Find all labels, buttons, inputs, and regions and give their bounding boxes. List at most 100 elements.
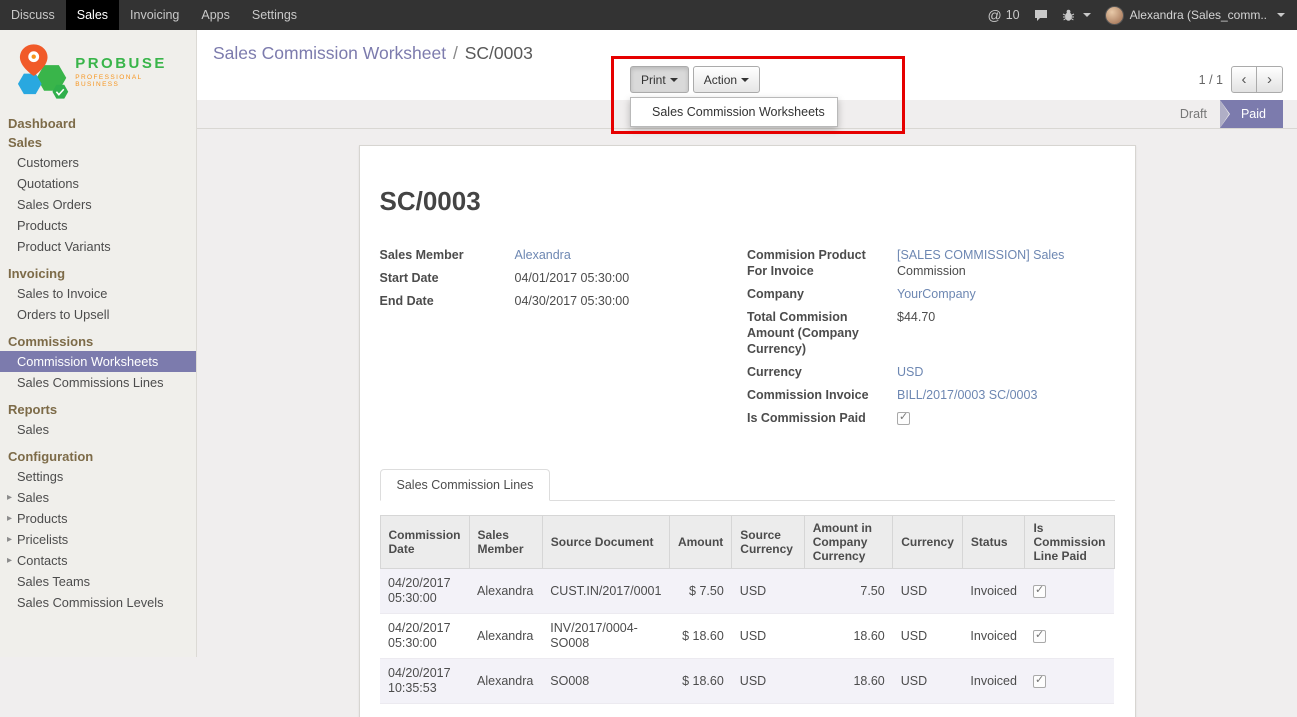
column-header[interactable]: Commission Date xyxy=(380,516,469,569)
line-paid-checkbox[interactable]: ✓ xyxy=(1033,675,1046,688)
cell-sales-member: Alexandra xyxy=(469,659,542,704)
breadcrumb-parent-link[interactable]: Sales Commission Worksheet xyxy=(213,43,446,63)
sidebar-item-sales-commission-levels[interactable]: Sales Commission Levels xyxy=(0,592,196,613)
nav-sales[interactable]: Sales xyxy=(66,0,119,30)
action-button[interactable]: Action xyxy=(693,66,760,93)
company-link[interactable]: YourCompany xyxy=(897,287,976,301)
sidebar-section-configuration[interactable]: Configuration xyxy=(0,447,196,466)
column-header[interactable]: Is Commission Line Paid xyxy=(1025,516,1114,569)
field-end-date: End Date 04/30/2017 05:30:00 xyxy=(380,293,748,309)
cell-commission-date: 04/20/2017 05:30:00 xyxy=(380,614,469,659)
cell-amount-company: 18.60 xyxy=(804,659,893,704)
sidebar-item-commission-worksheets[interactable]: Commission Worksheets xyxy=(0,351,196,372)
at-icon: @ xyxy=(987,7,1001,23)
sidebar-item-sales-orders[interactable]: Sales Orders xyxy=(0,194,196,215)
sidebar-item-config-pricelists[interactable]: ▸ Pricelists xyxy=(0,529,196,550)
field-label: Start Date xyxy=(380,270,515,286)
pager-next-button[interactable]: › xyxy=(1257,66,1283,93)
column-header[interactable]: Source Currency xyxy=(732,516,804,569)
sidebar-section-reports[interactable]: Reports xyxy=(0,400,196,419)
cell-amount: $ 18.60 xyxy=(669,614,731,659)
status-step-paid[interactable]: Paid xyxy=(1220,100,1283,128)
sidebar-item-settings[interactable]: Settings xyxy=(0,466,196,487)
nav-settings[interactable]: Settings xyxy=(241,0,308,30)
field-label: Commission Invoice xyxy=(747,387,897,403)
cell-amount-company: 7.50 xyxy=(804,569,893,614)
commission-invoice-link[interactable]: BILL/2017/0003 SC/0003 xyxy=(897,388,1037,402)
debug-menu-button[interactable] xyxy=(1062,9,1091,22)
sidebar-item-orders-to-upsell[interactable]: Orders to Upsell xyxy=(0,304,196,325)
sidebar-item-product-variants[interactable]: Product Variants xyxy=(0,236,196,257)
check-icon: ✓ xyxy=(899,411,908,424)
sidebar-item-label: Contacts xyxy=(17,553,68,568)
pager-previous-button[interactable]: ‹ xyxy=(1231,66,1257,93)
cell-amount-company: 18.60 xyxy=(804,614,893,659)
nav-discuss[interactable]: Discuss xyxy=(0,0,66,30)
sidebar-item-sales-commissions-lines[interactable]: Sales Commissions Lines xyxy=(0,372,196,393)
print-button[interactable]: Print xyxy=(630,66,689,93)
menu-item-sales-commission-worksheets[interactable]: Sales Commission Worksheets xyxy=(631,98,837,126)
tab-sales-commission-lines[interactable]: Sales Commission Lines xyxy=(380,469,551,501)
chevron-right-icon: › xyxy=(1267,71,1272,88)
cell-source-document: CUST.IN/2017/0001 xyxy=(542,569,669,614)
table-row[interactable]: 04/20/2017 05:30:00 Alexandra CUST.IN/20… xyxy=(380,569,1114,614)
check-icon: ✓ xyxy=(1035,584,1044,597)
field-label: Company xyxy=(747,286,897,302)
cell-source-currency: USD xyxy=(732,659,804,704)
status-step-draft[interactable]: Draft xyxy=(1167,100,1220,128)
table-row[interactable]: 04/20/2017 05:30:00 Alexandra INV/2017/0… xyxy=(380,614,1114,659)
nav-apps[interactable]: Apps xyxy=(190,0,241,30)
cell-currency: USD xyxy=(893,614,963,659)
cell-commission-date: 04/20/2017 10:35:53 xyxy=(380,659,469,704)
sidebar-item-config-contacts[interactable]: ▸ Contacts xyxy=(0,550,196,571)
mentions-button[interactable]: @ 10 xyxy=(987,7,1019,23)
commission-product-link[interactable]: [SALES COMMISSION] Sales xyxy=(897,248,1064,262)
sidebar-item-label: Sales xyxy=(17,490,49,505)
column-header[interactable]: Source Document xyxy=(542,516,669,569)
messages-button[interactable] xyxy=(1034,9,1048,22)
probuse-logo[interactable]: PROBUSE PROFESSIONAL BUSINESS xyxy=(0,30,196,114)
app-menu: Discuss Sales Invoicing Apps Settings xyxy=(0,0,308,30)
currency-link[interactable]: USD xyxy=(897,365,923,379)
user-menu[interactable]: Alexandra (Sales_comm.. xyxy=(1105,6,1285,25)
sidebar-section-commissions[interactable]: Commissions xyxy=(0,332,196,351)
logo-title: PROBUSE xyxy=(75,55,188,72)
column-header[interactable]: Amount xyxy=(669,516,731,569)
column-header[interactable]: Currency xyxy=(893,516,963,569)
line-paid-checkbox[interactable]: ✓ xyxy=(1033,585,1046,598)
commission-lines-table: Commission Date Sales Member Source Docu… xyxy=(380,515,1115,704)
field-label: Sales Member xyxy=(380,247,515,263)
sidebar-item-dashboard[interactable]: Dashboard xyxy=(0,114,196,133)
sidebar-item-config-sales[interactable]: ▸ Sales xyxy=(0,487,196,508)
caret-down-icon xyxy=(1083,13,1091,17)
commission-product-rest: Commission xyxy=(897,263,1115,279)
form-sheet: SC/0003 Sales Member Alexandra Start Dat… xyxy=(359,145,1136,717)
pager-value: 1 / 1 xyxy=(1199,73,1223,87)
sales-member-link[interactable]: Alexandra xyxy=(515,248,571,262)
sidebar-item-label: Pricelists xyxy=(17,532,68,547)
sidebar-item-quotations[interactable]: Quotations xyxy=(0,173,196,194)
sidebar-item-label: Products xyxy=(17,511,68,526)
sidebar-section-invoicing[interactable]: Invoicing xyxy=(0,264,196,283)
table-row[interactable]: 04/20/2017 10:35:53 Alexandra SO008 $ 18… xyxy=(380,659,1114,704)
cell-currency: USD xyxy=(893,569,963,614)
cell-line-paid: ✓ xyxy=(1025,569,1114,614)
sidebar-item-sales-to-invoice[interactable]: Sales to Invoice xyxy=(0,283,196,304)
expand-arrow-icon: ▸ xyxy=(7,532,12,547)
column-header[interactable]: Status xyxy=(962,516,1025,569)
column-header[interactable]: Sales Member xyxy=(469,516,542,569)
start-date-value: 04/01/2017 05:30:00 xyxy=(515,270,748,286)
is-commission-paid-checkbox[interactable]: ✓ xyxy=(897,412,910,425)
sidebar-section-sales[interactable]: Sales xyxy=(0,133,196,152)
nav-invoicing[interactable]: Invoicing xyxy=(119,0,190,30)
field-commission-product: Commision Product For Invoice [SALES COM… xyxy=(747,247,1115,279)
line-paid-checkbox[interactable]: ✓ xyxy=(1033,630,1046,643)
sidebar-item-sales-teams[interactable]: Sales Teams xyxy=(0,571,196,592)
sidebar-item-config-products[interactable]: ▸ Products xyxy=(0,508,196,529)
column-header[interactable]: Amount in Company Currency xyxy=(804,516,893,569)
breadcrumb-current: SC/0003 xyxy=(465,43,533,63)
field-label: Currency xyxy=(747,364,897,380)
sidebar-item-reports-sales[interactable]: Sales xyxy=(0,419,196,440)
sidebar-item-customers[interactable]: Customers xyxy=(0,152,196,173)
sidebar-item-products[interactable]: Products xyxy=(0,215,196,236)
